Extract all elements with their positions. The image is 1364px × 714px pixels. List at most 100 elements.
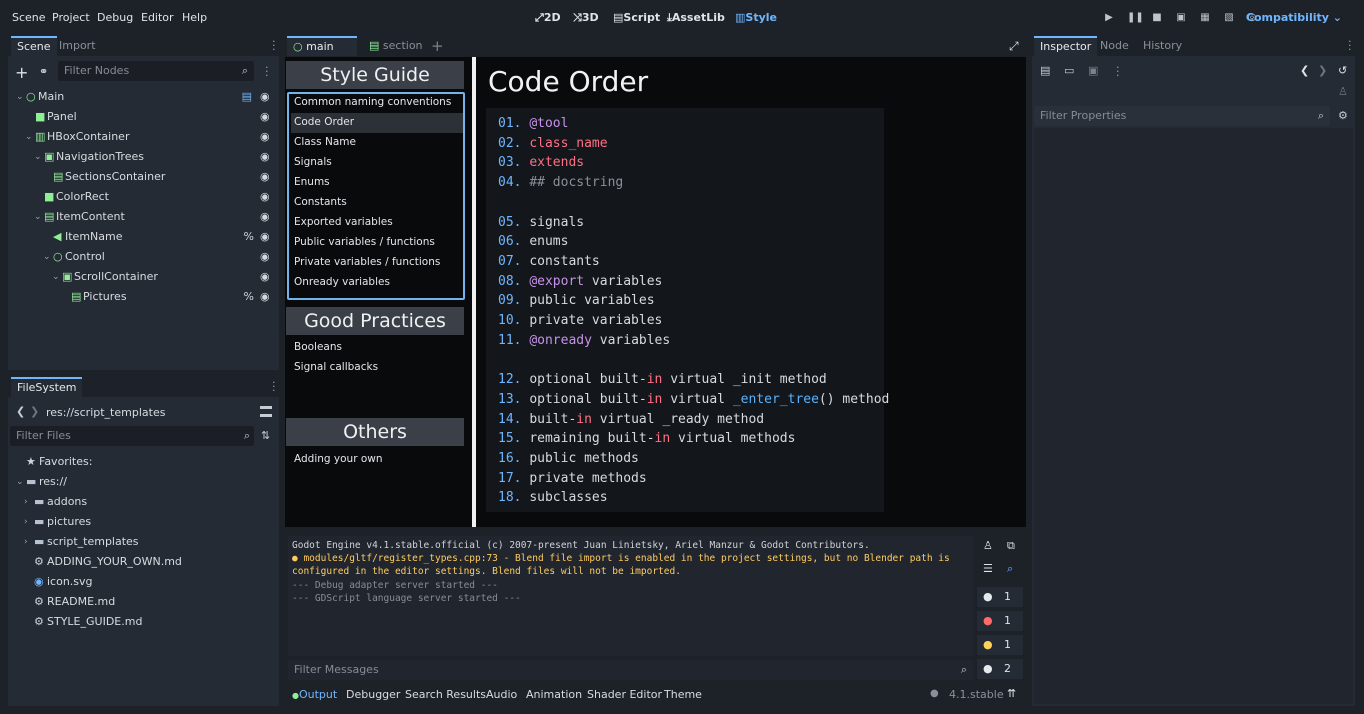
tree-node[interactable]: ■ ColorRect ◉ — [8, 187, 278, 207]
fullscreen-icon[interactable]: ⤢ — [1009, 39, 1019, 54]
visibility-eye-icon[interactable]: ◉ — [260, 151, 272, 163]
forward-icon[interactable]: ❯ — [30, 405, 39, 418]
forward-icon[interactable]: ❯ — [1318, 64, 1327, 77]
filter-files-input[interactable]: Filter Files ⌕ — [10, 426, 254, 446]
visibility-eye-icon[interactable]: ◉ — [260, 291, 272, 303]
tree-node[interactable]: ⌄ ○ Control ◉ — [8, 247, 278, 267]
chevron-right-icon[interactable]: › — [24, 512, 28, 532]
chevron-down-icon[interactable]: ⌄ — [25, 127, 33, 147]
file-tree-item[interactable]: ★ Favorites: — [8, 452, 278, 472]
workspace-script-button[interactable]: ▤Script — [613, 11, 660, 24]
open-resource-icon[interactable]: ▭ — [1064, 64, 1074, 77]
tree-node[interactable]: ▤ Pictures% ◉ — [8, 287, 278, 307]
visibility-eye-icon[interactable]: ◉ — [260, 111, 272, 123]
menu-debug[interactable]: Debug — [97, 11, 133, 24]
tab-import[interactable]: Import — [53, 36, 102, 56]
nav-list-item[interactable]: Signals — [294, 152, 332, 172]
nav-list-item[interactable]: Code Order — [294, 112, 354, 132]
tab-scene[interactable]: Scene — [11, 36, 57, 56]
visibility-eye-icon[interactable]: ◉ — [260, 271, 272, 283]
back-icon[interactable]: ❮ — [1300, 64, 1309, 77]
script-icon[interactable]: ▤ — [242, 87, 252, 107]
menu-help[interactable]: Help — [182, 11, 207, 24]
game-viewport[interactable]: Style Guide Common naming conventions Cod… — [285, 57, 1026, 527]
visibility-eye-icon[interactable]: ◉ — [260, 131, 272, 143]
chevron-right-icon[interactable]: › — [24, 532, 28, 552]
more-icon[interactable]: · · · — [272, 377, 276, 396]
play-custom-scene-icon[interactable]: ▧ — [1223, 12, 1235, 24]
file-tree-item[interactable]: › ▬ addons — [8, 492, 278, 512]
history-icon[interactable]: ↺ — [1338, 64, 1347, 77]
nav-list-item[interactable]: Class Name — [294, 132, 356, 152]
tree-node[interactable]: ▤ SectionsContainer ◉ — [8, 167, 278, 187]
tab-filesystem[interactable]: FileSystem — [11, 377, 83, 397]
path-field[interactable]: res://script_templates — [46, 406, 165, 419]
filter-nodes-input[interactable]: Filter Nodes ⌕ — [58, 61, 254, 81]
chevron-right-icon[interactable]: › — [24, 492, 28, 512]
nav-list-item[interactable]: Constants — [294, 192, 347, 212]
tree-node[interactable]: ⌄ ○ Main ▤ ◉ — [8, 87, 278, 107]
tree-node[interactable]: ◀ ItemName% ◉ — [8, 227, 278, 247]
visibility-eye-icon[interactable]: ◉ — [260, 191, 272, 203]
bottom-tab-theme[interactable]: Theme — [664, 688, 702, 701]
bottom-tab-audio[interactable]: Audio — [486, 688, 517, 701]
back-icon[interactable]: ❮ — [16, 405, 25, 418]
more-icon[interactable]: · · · — [1348, 36, 1352, 55]
tab-inspector[interactable]: Inspector — [1034, 36, 1098, 56]
visibility-eye-icon[interactable]: ◉ — [260, 171, 272, 183]
tab-history[interactable]: History — [1137, 36, 1188, 56]
save-resource-icon[interactable]: ▣ — [1088, 64, 1098, 77]
menu-project[interactable]: Project — [52, 11, 90, 24]
sort-icon[interactable]: ⇅ — [261, 429, 270, 442]
chevron-down-icon[interactable]: ⌄ — [34, 207, 42, 227]
file-tree-item[interactable]: ⚙ STYLE_GUIDE.md — [8, 612, 278, 632]
bottom-tab-animation[interactable]: Animation — [526, 688, 582, 701]
bottom-tab-output[interactable]: ●Output — [292, 688, 337, 701]
tree-node[interactable]: ⌄ ▣ ScrollContainer ◉ — [8, 267, 278, 287]
tree-node[interactable]: ■ Panel ◉ — [8, 107, 278, 127]
bottom-tab-search-results[interactable]: Search Results — [405, 688, 486, 701]
file-tree-item[interactable]: ⌄ ▬ res:// — [8, 472, 278, 492]
workspace-assetlib-button[interactable]: ⤓AssetLib — [667, 11, 725, 25]
unique-name-icon[interactable]: % — [244, 287, 254, 307]
file-tree-item[interactable]: ⚙ README.md — [8, 592, 278, 612]
nav-list-item[interactable]: Onready variables — [294, 272, 390, 292]
tab-section[interactable]: ▤ section — [363, 36, 429, 56]
file-tree-item[interactable]: › ▬ pictures — [8, 512, 278, 532]
workspace-3d-button[interactable]: ⤨3D — [573, 11, 599, 25]
play-icon[interactable]: ▶ — [1103, 12, 1115, 24]
bottom-tab-debugger[interactable]: Debugger — [346, 688, 400, 701]
visibility-eye-icon[interactable]: ◉ — [260, 251, 272, 263]
workspace-style-button[interactable]: ▥Style — [735, 11, 777, 24]
tree-node[interactable]: ⌄ ▥ HBoxContainer ◉ — [8, 127, 278, 147]
visibility-eye-icon[interactable]: ◉ — [260, 91, 272, 103]
chevron-down-icon[interactable]: ⌄ — [34, 147, 42, 167]
menu-scene[interactable]: Scene — [12, 11, 46, 24]
nav-list-item[interactable]: Private variables / functions — [294, 252, 440, 272]
visibility-eye-icon[interactable]: ◉ — [260, 231, 272, 243]
pause-icon[interactable]: ❚❚ — [1127, 12, 1144, 24]
visibility-eye-icon[interactable]: ◉ — [260, 211, 272, 223]
expand-panel-icon[interactable]: ⇈ — [1007, 687, 1016, 700]
new-resource-icon[interactable]: ▤ — [1040, 64, 1050, 77]
nav-list-item[interactable]: Signal callbacks — [294, 357, 378, 377]
nav-list-item[interactable]: Adding your own — [294, 449, 383, 469]
file-tree-item[interactable]: ◉ icon.svg — [8, 572, 278, 592]
more-icon[interactable]: · · · — [265, 62, 269, 81]
more-icon[interactable]: · · · — [272, 36, 276, 55]
split-mode-icon[interactable] — [260, 406, 272, 417]
remote-debug-icon[interactable]: ▣ — [1175, 12, 1187, 24]
chevron-down-icon[interactable]: ⌄ — [52, 267, 60, 287]
more-icon[interactable]: · · · — [1116, 62, 1120, 81]
chevron-down-icon[interactable]: ⌄ — [16, 87, 24, 107]
nav-list-item[interactable]: Enums — [294, 172, 330, 192]
link-icon[interactable]: ⚭ — [39, 65, 48, 78]
object-properties-icon[interactable]: ♙ — [1338, 85, 1348, 98]
play-scene-icon[interactable]: ▦ — [1199, 12, 1211, 24]
nav-list-item[interactable]: Public variables / functions — [294, 232, 435, 252]
tree-node[interactable]: ⌄ ▣ NavigationTrees ◉ — [8, 147, 278, 167]
add-tab-icon[interactable]: + — [431, 37, 444, 55]
chevron-down-icon[interactable]: ⌄ — [16, 472, 24, 492]
filter-properties-input[interactable]: Filter Properties ⌕ — [1034, 106, 1330, 126]
chevron-down-icon[interactable]: ⌄ — [43, 247, 51, 267]
